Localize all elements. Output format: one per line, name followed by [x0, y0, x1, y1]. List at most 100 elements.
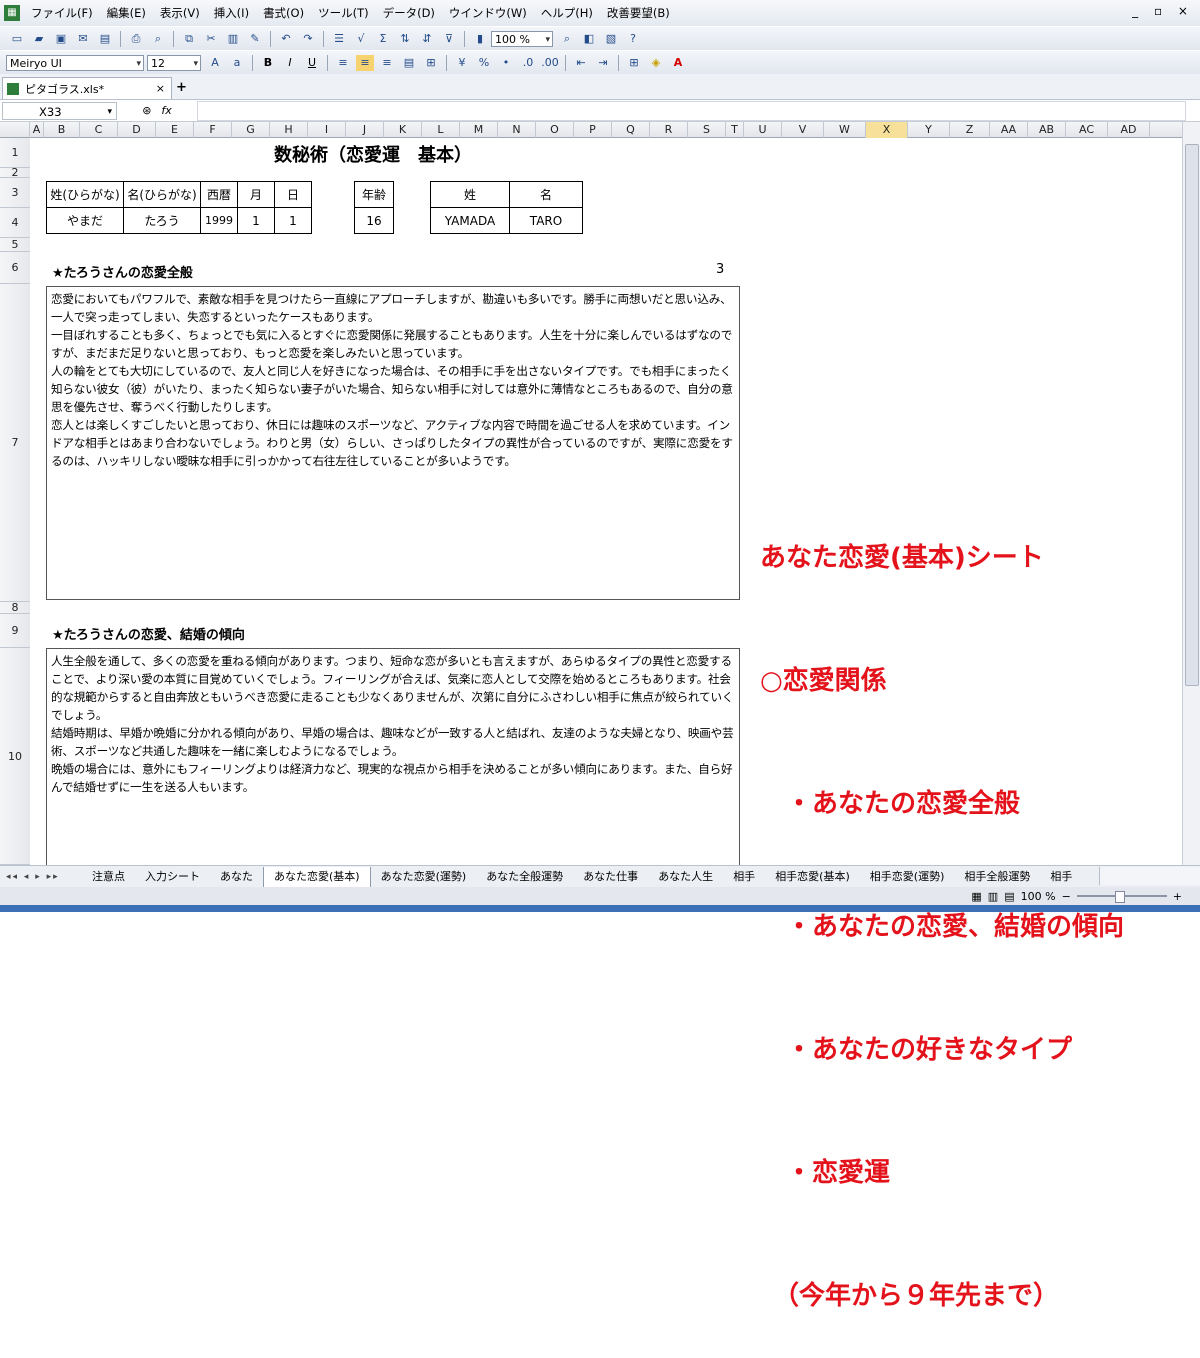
- close-icon[interactable]: ×: [156, 82, 165, 95]
- navigator-icon[interactable]: ◧: [580, 31, 598, 47]
- name-box[interactable]: X33: [2, 101, 117, 121]
- column-header-q[interactable]: Q: [612, 122, 650, 138]
- insert-rows-icon[interactable]: ☰: [330, 31, 348, 47]
- sheet-tab[interactable]: あなた仕事: [573, 867, 648, 887]
- column-header-t[interactable]: T: [726, 122, 744, 138]
- sheet-tab[interactable]: あなた恋愛(基本): [263, 866, 371, 888]
- column-header-v[interactable]: V: [782, 122, 824, 138]
- add-decimal-icon[interactable]: .0: [519, 55, 537, 71]
- formula-input[interactable]: [197, 100, 1186, 121]
- column-header-l[interactable]: L: [422, 122, 460, 138]
- cell-month[interactable]: 1: [237, 207, 275, 234]
- cell-age[interactable]: 16: [354, 207, 394, 234]
- remove-decimal-icon[interactable]: .00: [541, 55, 559, 71]
- copy-icon[interactable]: ⧉: [180, 31, 198, 47]
- font-size-select[interactable]: 12: [147, 54, 201, 72]
- row-header-3[interactable]: 3: [0, 178, 30, 208]
- pdf-icon[interactable]: ▤: [96, 31, 114, 47]
- italic-button[interactable]: I: [281, 55, 299, 71]
- fill-color-icon[interactable]: ◈: [647, 55, 665, 71]
- menu-format[interactable]: 書式(O): [256, 5, 311, 21]
- zoom-select[interactable]: 100 %: [491, 30, 553, 48]
- section2-text[interactable]: 人生全般を通して、多くの恋愛を重ねる傾向があります。つまり、短命な恋が多いとも言…: [46, 648, 740, 865]
- percent-icon[interactable]: %: [475, 55, 493, 71]
- cut-icon[interactable]: ✂: [202, 31, 220, 47]
- sheet-tab[interactable]: あなた恋愛(運勢): [371, 867, 477, 887]
- column-header-k[interactable]: K: [384, 122, 422, 138]
- paste-icon[interactable]: ▥: [224, 31, 242, 47]
- sheet-tab[interactable]: 相手: [723, 867, 765, 887]
- font-name-select[interactable]: Meiryo UI: [6, 54, 144, 72]
- row-header-1[interactable]: 1: [0, 138, 30, 168]
- menu-view[interactable]: 表示(V): [153, 5, 207, 21]
- sheet-tab[interactable]: 注意点: [82, 867, 135, 887]
- menu-feedback[interactable]: 改善要望(B): [600, 5, 677, 21]
- borders-icon[interactable]: ⊞: [625, 55, 643, 71]
- open-folder-icon[interactable]: ▰: [30, 31, 48, 47]
- grow-font-icon[interactable]: A: [206, 55, 224, 71]
- column-header-d[interactable]: D: [118, 122, 156, 138]
- cell-lastname[interactable]: YAMADA: [430, 207, 510, 234]
- shrink-font-icon[interactable]: a: [228, 55, 246, 71]
- scroll-thumb[interactable]: [1185, 144, 1199, 686]
- font-color-icon[interactable]: A: [669, 55, 687, 71]
- help-icon[interactable]: ?: [624, 31, 642, 47]
- menu-window[interactable]: ウインドウ(W): [442, 5, 534, 21]
- column-header-j[interactable]: J: [346, 122, 384, 138]
- column-header-y[interactable]: Y: [908, 122, 950, 138]
- view-pagebreak-icon[interactable]: ▤: [1004, 890, 1014, 903]
- column-header-z[interactable]: Z: [950, 122, 990, 138]
- horizontal-scrollbar[interactable]: [1099, 867, 1200, 885]
- indent-increase-icon[interactable]: ⇥: [594, 55, 612, 71]
- select-all-corner[interactable]: [0, 122, 30, 138]
- view-normal-icon[interactable]: ▦: [971, 890, 981, 903]
- row-header-9[interactable]: 9: [0, 614, 30, 648]
- bold-button[interactable]: B: [259, 55, 277, 71]
- row-header-2[interactable]: 2: [0, 166, 30, 179]
- row-header-8[interactable]: 8: [0, 601, 30, 614]
- column-header-h[interactable]: H: [270, 122, 308, 138]
- sheet-tab[interactable]: 相手恋愛(基本): [765, 867, 860, 887]
- undo-icon[interactable]: ↶: [277, 31, 295, 47]
- chart-icon[interactable]: ▮: [471, 31, 489, 47]
- column-header-ab[interactable]: AB: [1028, 122, 1066, 138]
- cell-firstname[interactable]: TARO: [509, 207, 583, 234]
- redo-icon[interactable]: ↷: [299, 31, 317, 47]
- menu-edit[interactable]: 編集(E): [100, 5, 153, 21]
- menu-data[interactable]: データ(D): [376, 5, 442, 21]
- row-header-4[interactable]: 4: [0, 208, 30, 238]
- section1-text[interactable]: 恋愛においてもパワフルで、素敵な相手を見つけたら一直線にアプローチしますが、勘違…: [46, 286, 740, 600]
- cell-firstname-kana[interactable]: たろう: [123, 207, 201, 234]
- column-header-b[interactable]: B: [44, 122, 80, 138]
- column-header-s[interactable]: S: [688, 122, 726, 138]
- save-icon[interactable]: ▣: [52, 31, 70, 47]
- currency-icon[interactable]: ¥: [453, 55, 471, 71]
- zoom-in-icon[interactable]: +: [1173, 890, 1182, 903]
- function-icon[interactable]: √: [352, 31, 370, 47]
- new-tab-button[interactable]: +: [176, 80, 202, 96]
- underline-button[interactable]: U: [303, 55, 321, 71]
- new-file-icon[interactable]: ▭: [8, 31, 26, 47]
- row-header-6[interactable]: 6: [0, 252, 30, 284]
- sheet-tab[interactable]: あなた全般運勢: [476, 867, 573, 887]
- sort-asc-icon[interactable]: ⇅: [396, 31, 414, 47]
- sheet-tab[interactable]: あなた人生: [648, 867, 723, 887]
- thousands-icon[interactable]: •: [497, 55, 515, 71]
- column-header-c[interactable]: C: [80, 122, 118, 138]
- sheet-tab[interactable]: あなた: [210, 867, 263, 887]
- align-left-icon[interactable]: ≡: [334, 55, 352, 71]
- function-wizard-icon[interactable]: ⊛: [142, 104, 151, 117]
- column-header-g[interactable]: G: [232, 122, 270, 138]
- column-header-r[interactable]: R: [650, 122, 688, 138]
- column-header-m[interactable]: M: [460, 122, 498, 138]
- merge-cells-icon[interactable]: ⊞: [422, 55, 440, 71]
- column-header-i[interactable]: I: [308, 122, 346, 138]
- print-preview-icon[interactable]: ⌕: [149, 31, 167, 47]
- sheet-nav-arrows[interactable]: ◂◂ ◂ ▸ ▸▸: [0, 872, 82, 882]
- document-tab[interactable]: ピタゴラス.xls* ×: [2, 77, 172, 99]
- sheet-tab[interactable]: 相手: [1040, 867, 1082, 887]
- align-right-icon[interactable]: ≡: [378, 55, 396, 71]
- gallery-icon[interactable]: ▧: [602, 31, 620, 47]
- view-layout-icon[interactable]: ▥: [988, 890, 998, 903]
- justify-icon[interactable]: ▤: [400, 55, 418, 71]
